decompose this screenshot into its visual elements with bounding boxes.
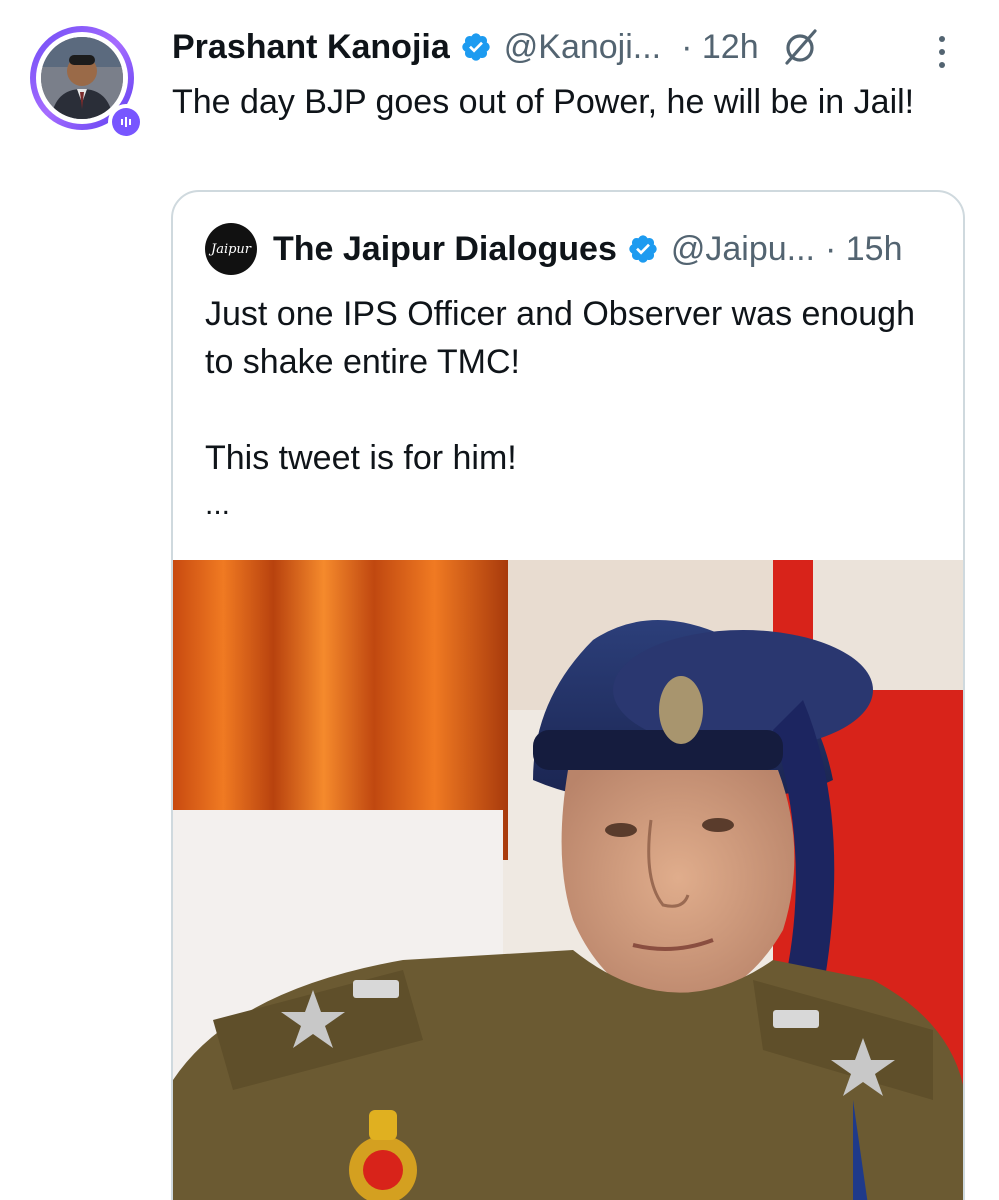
quoted-tweet-header: Jaipur The Jaipur Dialogues @Jaipu... · …: [205, 223, 945, 275]
quoted-tweet-image[interactable]: [173, 560, 963, 1200]
quoted-tweet-time[interactable]: · 15h: [825, 230, 903, 269]
show-more-ellipsis[interactable]: ...: [205, 488, 230, 522]
more-vertical-icon[interactable]: [935, 34, 949, 70]
tweet-time[interactable]: · 12h: [681, 28, 759, 67]
quoted-text-line-1: Just one IPS Officer and Observer was en…: [205, 295, 915, 381]
spaces-live-icon: [108, 104, 144, 140]
quoted-author-handle[interactable]: @Jaipu...: [671, 230, 815, 269]
quoted-text-line-2: This tweet is for him!: [205, 439, 517, 477]
author-name[interactable]: Prashant Kanojia: [172, 28, 450, 67]
grok-icon[interactable]: [781, 27, 821, 67]
quoted-tweet-text: Just one IPS Officer and Observer was en…: [205, 290, 945, 482]
verified-badge-icon: [629, 235, 657, 263]
tweet-header: Prashant Kanojia @Kanoji... · 12h: [172, 22, 972, 72]
author-handle[interactable]: @Kanoji...: [504, 28, 661, 67]
quoted-author-name[interactable]: The Jaipur Dialogues: [273, 230, 617, 269]
verified-badge-icon: [462, 33, 490, 61]
quoted-tweet[interactable]: Jaipur The Jaipur Dialogues @Jaipu... · …: [171, 190, 965, 1200]
tweet[interactable]: Prashant Kanojia @Kanoji... · 12h The da…: [0, 0, 999, 1200]
author-avatar[interactable]: [30, 26, 144, 140]
quoted-author-avatar[interactable]: Jaipur: [205, 223, 257, 275]
tweet-text: The day BJP goes out of Power, he will b…: [172, 83, 915, 121]
avatar-photo: [41, 37, 123, 119]
